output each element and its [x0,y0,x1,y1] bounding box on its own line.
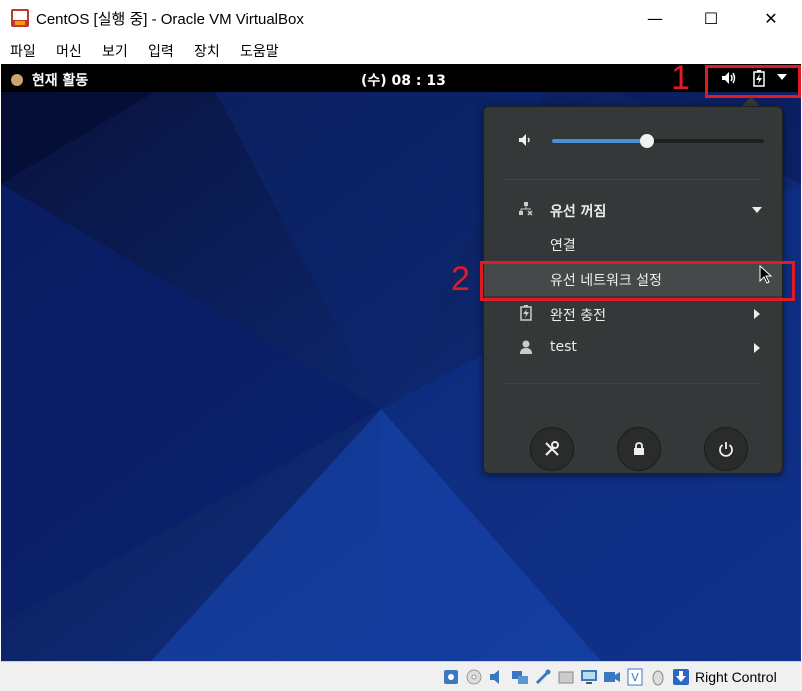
user-menu-row[interactable]: test [484,331,782,365]
volume-low-icon [519,134,530,146]
optical-icon[interactable] [465,668,483,686]
guest-desktop: 현재 활동 (수) 08 : 13 1 유선 꺼짐 연결 유선 네트워크 설정 … [1,64,801,661]
annotation-label-2: 2 [451,260,470,298]
keyboard-icon[interactable] [672,668,690,686]
maximize-button[interactable]: ☐ [688,0,734,36]
volume-slider-knob[interactable] [640,134,655,148]
menubar: 파일 머신 보기 입력 장치 도움말 [0,36,802,64]
network-icon[interactable] [511,668,529,686]
audio-icon[interactable] [488,668,506,686]
window-titlebar: CentOS [실행 중] - Oracle VM VirtualBox — ☐… [0,0,802,36]
annotation-box-1 [705,65,801,98]
battery-menu-row[interactable]: 완전 충전 [484,297,782,331]
volume-slider-fill [552,139,648,143]
close-icon: ✕ [764,8,778,28]
menu-file[interactable]: 파일 [10,41,36,61]
menu-input[interactable]: 입력 [148,41,174,61]
settings-button[interactable] [530,427,574,471]
chevron-right-icon [754,343,760,353]
vt-x-icon[interactable]: V [626,668,644,686]
power-icon [719,442,733,457]
lock-icon [634,442,644,455]
recording-icon[interactable] [603,668,621,686]
svg-text:V: V [631,671,639,684]
activities-label: 현재 활동 [31,73,89,89]
virtualbox-app-icon [11,9,29,27]
minimize-icon: — [647,8,663,28]
wired-menu-row[interactable]: 유선 꺼짐 [484,193,782,227]
display-icon[interactable] [580,668,598,686]
menu-help[interactable]: 도움말 [240,41,279,61]
power-button[interactable] [704,427,748,471]
harddisk-icon[interactable] [442,668,460,686]
minimize-button[interactable]: — [632,0,678,36]
battery-full-icon [520,305,532,321]
usb-icon[interactable] [534,668,552,686]
window-title: CentOS [실행 중] - Oracle VM VirtualBox [36,11,304,28]
user-icon [520,340,532,354]
mouse-integration-icon[interactable] [649,668,667,686]
settings-icon [545,441,559,456]
mouse-cursor-icon [759,265,773,284]
annotation-box-2 [480,261,795,301]
lock-button[interactable] [617,427,661,471]
activities-button[interactable]: 현재 활동 [11,70,88,90]
maximize-icon: ☐ [703,8,719,28]
separator [504,179,762,180]
wired-label: 유선 꺼짐 [550,204,607,220]
host-key-label: Right Control [695,669,777,685]
user-label: test [550,339,577,355]
activities-icon [11,74,23,86]
separator [504,383,762,384]
virtualbox-statusbar: V Right Control [0,661,802,691]
battery-label: 완전 충전 [550,308,606,324]
clock[interactable]: (수) 08 : 13 [361,70,446,90]
wired-connect-item[interactable]: 연결 [484,227,782,261]
collapse-arrow-icon [752,207,762,213]
menu-devices[interactable]: 장치 [194,41,220,61]
chevron-right-icon [754,309,760,319]
annotation-label-1: 1 [671,64,690,97]
volume-slider[interactable] [552,134,764,148]
close-button[interactable]: ✕ [748,0,794,36]
menu-machine[interactable]: 머신 [56,41,82,61]
wired-connect-label: 연결 [550,238,576,254]
shared-folder-icon[interactable] [557,668,575,686]
wired-network-icon [519,202,533,216]
menu-view[interactable]: 보기 [102,41,128,61]
